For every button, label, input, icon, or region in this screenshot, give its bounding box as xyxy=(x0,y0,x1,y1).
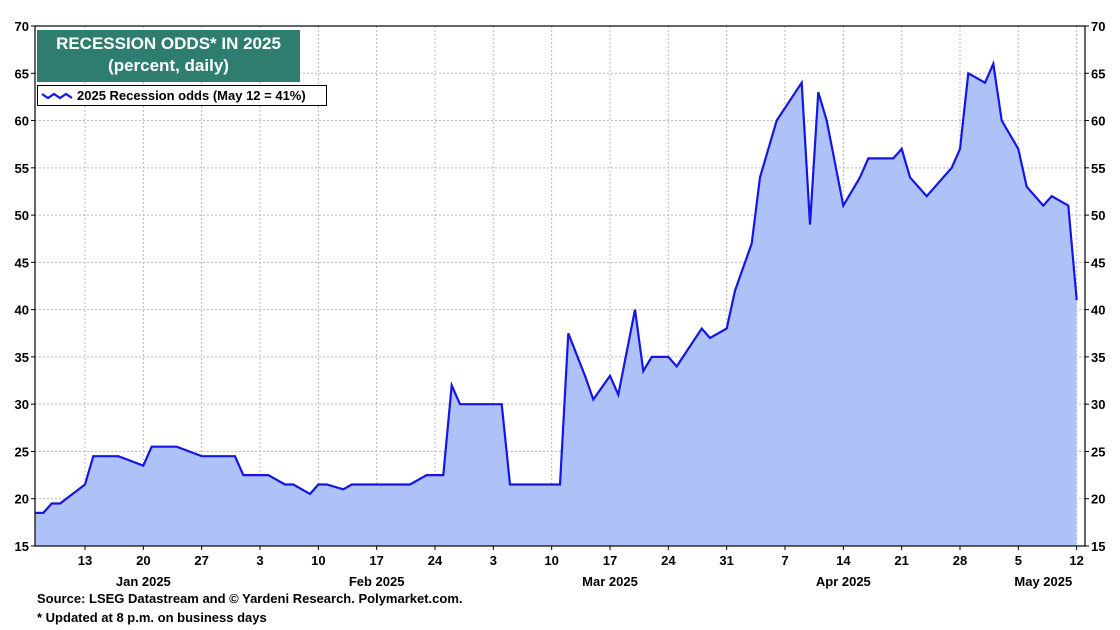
x-tick-label: 14 xyxy=(836,553,851,568)
x-month-label: Apr 2025 xyxy=(816,574,871,589)
y-tick-label-left: 70 xyxy=(15,19,29,34)
x-month-label: Feb 2025 xyxy=(349,574,405,589)
y-tick-label-right: 55 xyxy=(1091,161,1105,176)
x-month-label: Jan 2025 xyxy=(116,574,171,589)
x-tick-label: 10 xyxy=(544,553,558,568)
x-tick-label: 7 xyxy=(781,553,788,568)
x-tick-label: 27 xyxy=(194,553,208,568)
legend-label: 2025 Recession odds (May 12 = 41%) xyxy=(77,88,306,103)
x-tick-label: 28 xyxy=(953,553,967,568)
x-month-label: Mar 2025 xyxy=(582,574,638,589)
y-tick-label-left: 60 xyxy=(15,114,29,129)
chart-title-box: RECESSION ODDS* IN 2025 (percent, daily) xyxy=(37,30,300,82)
y-tick-label-left: 35 xyxy=(15,350,29,365)
chart-subtitle: (percent, daily) xyxy=(108,56,229,75)
x-tick-label: 5 xyxy=(1015,553,1022,568)
legend-swatch xyxy=(41,92,73,99)
x-tick-label: 17 xyxy=(369,553,383,568)
y-tick-label-right: 40 xyxy=(1091,303,1105,318)
y-tick-label-right: 30 xyxy=(1091,397,1105,412)
y-tick-label-left: 45 xyxy=(15,255,29,270)
chart-title: RECESSION ODDS* IN 2025 xyxy=(56,34,281,53)
x-tick-label: 3 xyxy=(256,553,263,568)
y-tick-label-right: 65 xyxy=(1091,66,1105,81)
y-tick-label-left: 65 xyxy=(15,66,29,81)
x-tick-label: 3 xyxy=(490,553,497,568)
x-tick-label: 17 xyxy=(603,553,617,568)
y-tick-label-right: 70 xyxy=(1091,19,1105,34)
y-tick-label-left: 30 xyxy=(15,397,29,412)
x-tick-label: 20 xyxy=(136,553,150,568)
y-tick-label-right: 20 xyxy=(1091,492,1105,507)
x-tick-label: 13 xyxy=(78,553,92,568)
y-tick-label-right: 35 xyxy=(1091,350,1105,365)
x-tick-label: 10 xyxy=(311,553,325,568)
y-tick-label-left: 20 xyxy=(15,492,29,507)
y-tick-label-right: 25 xyxy=(1091,444,1105,459)
y-tick-label-left: 55 xyxy=(15,161,29,176)
x-tick-label: 24 xyxy=(661,553,676,568)
x-tick-label: 31 xyxy=(719,553,733,568)
y-tick-label-right: 50 xyxy=(1091,208,1105,223)
y-tick-label-left: 25 xyxy=(15,444,29,459)
x-tick-label: 12 xyxy=(1069,553,1083,568)
source-note: Source: LSEG Datastream and © Yardeni Re… xyxy=(37,591,463,606)
legend: 2025 Recession odds (May 12 = 41%) xyxy=(37,85,327,106)
x-month-label: May 2025 xyxy=(1014,574,1072,589)
y-tick-label-right: 15 xyxy=(1091,539,1105,554)
y-tick-label-left: 50 xyxy=(15,208,29,223)
y-tick-label-right: 45 xyxy=(1091,255,1105,270)
y-tick-label-left: 40 xyxy=(15,303,29,318)
series-area-fill xyxy=(35,63,1077,547)
footnote: * Updated at 8 p.m. on business days xyxy=(37,610,267,625)
y-tick-label-left: 15 xyxy=(15,539,29,554)
y-tick-label-right: 60 xyxy=(1091,114,1105,129)
x-tick-label: 24 xyxy=(428,553,443,568)
x-tick-label: 21 xyxy=(894,553,908,568)
